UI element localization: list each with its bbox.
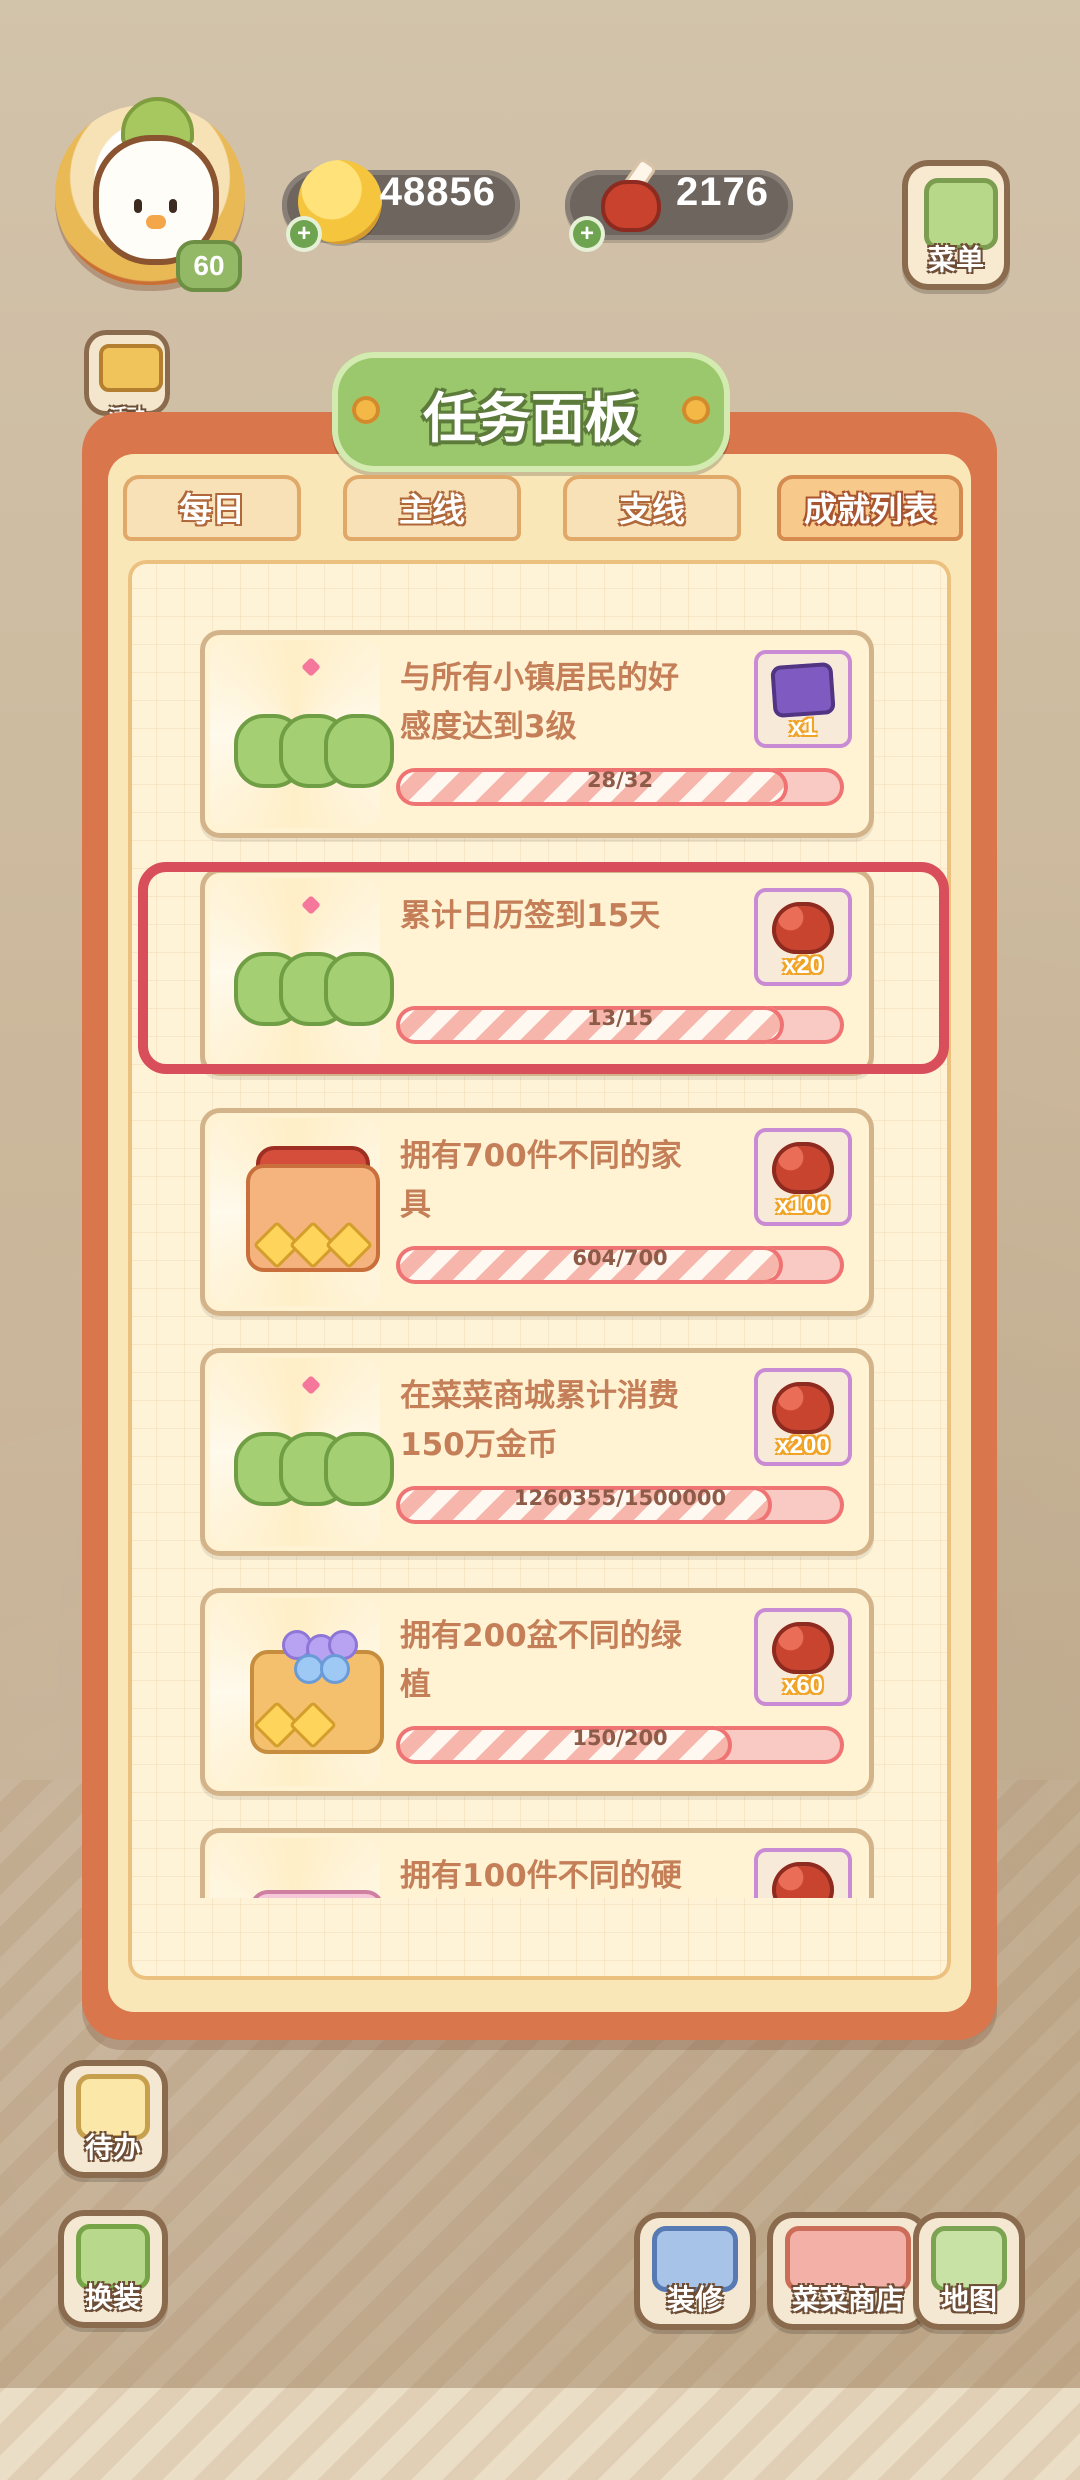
tab-side-label: 支线 (619, 490, 685, 529)
panel-title-banner: 任务面板 (332, 352, 730, 472)
task-illustration-villagers (234, 1375, 394, 1506)
reward-quantity: x60 (782, 1672, 824, 1699)
task-progress-bar: 604/700 (396, 1246, 844, 1284)
task-title-line1: 在菜菜商城累计消费 (400, 1378, 679, 1414)
reward-quantity: x20 (782, 952, 824, 979)
task-progress-count: 13/15 (586, 1006, 654, 1030)
tab-side[interactable]: 支线 (563, 475, 741, 541)
task-progress-bar: 1260355/1500000 (396, 1486, 844, 1524)
renovate-label: 装修 (666, 2283, 723, 2316)
task-title-line1: 累计日历签到15天 (400, 898, 661, 934)
reward-box[interactable]: x20 (754, 888, 852, 986)
add-coins-icon[interactable]: + (290, 220, 318, 248)
tab-bar: 每日 主线 支线 成就列表 (123, 475, 973, 545)
tab-achievements[interactable]: 成就列表 (777, 475, 963, 541)
shop-label: 菜菜商店 (791, 2283, 904, 2316)
activity-icon (99, 344, 163, 392)
task-card[interactable]: 拥有200盆不同的绿 植 150/200 x60 (200, 1588, 874, 1796)
task-illustration-partial (234, 1866, 384, 1898)
todo-button[interactable]: 待办 (58, 2060, 168, 2178)
meat-icon (772, 1142, 834, 1194)
shop-button[interactable]: 菜菜商店 (767, 2212, 929, 2330)
meat-value: 2176 (676, 170, 769, 214)
reward-box[interactable]: x200 (754, 1368, 852, 1466)
avatar-beak (146, 215, 166, 229)
task-progress-count: 1260355/1500000 (513, 1486, 727, 1510)
task-title-line1: 拥有200盆不同的绿 (400, 1618, 682, 1654)
task-card[interactable]: 与所有小镇居民的好 感度达到3级 28/32 x1 (200, 630, 874, 838)
todo-label: 待办 (84, 2131, 141, 2164)
coin-counter[interactable]: + 48856 (282, 160, 520, 248)
reward-quantity: x100 (776, 1192, 830, 1219)
task-title-line1: 与所有小镇居民的好 (400, 660, 679, 696)
task-card[interactable]: 在菜菜商城累计消费 150万金币 1260355/1500000 x200 (200, 1348, 874, 1556)
task-illustration-plants (234, 1626, 384, 1754)
coin-value: 48856 (379, 170, 496, 214)
task-progress-bar: 150/200 (396, 1726, 844, 1764)
reward-box[interactable]: x1 (754, 650, 852, 748)
meat-icon (772, 1622, 834, 1674)
task-progress-count: 604/700 (572, 1246, 668, 1270)
tab-daily-label: 每日 (179, 490, 245, 529)
task-progress-bar: 13/15 (396, 1006, 844, 1044)
task-title-line1: 拥有100件不同的硬 (400, 1858, 682, 1894)
reward-quantity: x1 (789, 714, 817, 741)
menu-label: 菜单 (927, 243, 984, 276)
renovate-button[interactable]: 装修 (634, 2212, 756, 2330)
task-title-line2: 感度达到3级 (400, 709, 577, 745)
level-badge: 60 (176, 240, 242, 292)
task-title-line1: 拥有700件不同的家 (400, 1138, 682, 1174)
dress-up-label: 换装 (84, 2281, 141, 2314)
task-progress-bar: 28/32 (396, 768, 844, 806)
villager-icon (324, 1432, 394, 1506)
dress-up-button[interactable]: 换装 (58, 2210, 168, 2328)
reward-box[interactable]: x100 (754, 1128, 852, 1226)
task-card[interactable]: 拥有100件不同的硬 (200, 1828, 874, 1898)
activity-button[interactable]: 活动 (84, 330, 170, 427)
task-illustration-furniture (234, 1146, 384, 1272)
add-meat-icon[interactable]: + (573, 220, 601, 248)
task-title-line2: 具 (400, 1187, 431, 1223)
avatar-eye-right (169, 199, 177, 213)
task-title: 拥有700件不同的家 具 (400, 1132, 730, 1230)
tab-main[interactable]: 主线 (343, 475, 521, 541)
task-card[interactable]: 拥有700件不同的家 具 604/700 x100 (200, 1108, 874, 1316)
menu-button[interactable]: 菜单 (902, 160, 1010, 290)
tab-daily[interactable]: 每日 (123, 475, 301, 541)
meat-chunk-icon (601, 180, 661, 232)
task-illustration-villagers (234, 895, 394, 1026)
meat-counter[interactable]: + 2176 (565, 156, 793, 248)
partial-item-icon (250, 1890, 384, 1898)
task-title: 与所有小镇居民的好 感度达到3级 (400, 654, 730, 752)
villager-icon (324, 952, 394, 1026)
task-progress-count: 28/32 (586, 768, 654, 792)
task-progress-count: 150/200 (572, 1726, 668, 1750)
tab-main-label: 主线 (399, 490, 465, 529)
task-title: 拥有200盆不同的绿 植 (400, 1612, 730, 1710)
avatar-eye-left (134, 199, 142, 213)
panel-title: 任务面板 (423, 387, 639, 450)
meat-icon (772, 902, 834, 954)
villager-icon (324, 714, 394, 788)
task-illustration-villagers (234, 657, 394, 788)
task-card[interactable]: 累计日历签到15天 13/15 x20 (200, 868, 874, 1076)
reward-box[interactable]: x60 (754, 1608, 852, 1706)
tab-achievements-label: 成就列表 (804, 490, 936, 529)
reward-box[interactable] (754, 1848, 852, 1898)
book-icon (770, 661, 836, 719)
flower-icon (320, 1654, 350, 1684)
task-title-line2: 150万金币 (400, 1427, 558, 1463)
meat-icon (772, 1382, 834, 1434)
task-title-line2: 植 (400, 1667, 431, 1703)
map-label: 地图 (940, 2283, 997, 2316)
task-title: 累计日历签到15天 (400, 892, 730, 941)
task-title: 拥有100件不同的硬 (400, 1852, 730, 1898)
task-list[interactable]: 与所有小镇居民的好 感度达到3级 28/32 x1 累计日历签到15天 13/1… (200, 630, 876, 1898)
map-button[interactable]: 地图 (913, 2212, 1025, 2330)
reward-quantity: x200 (776, 1432, 830, 1459)
task-title: 在菜菜商城累计消费 150万金币 (400, 1372, 730, 1470)
meat-icon (772, 1862, 834, 1898)
